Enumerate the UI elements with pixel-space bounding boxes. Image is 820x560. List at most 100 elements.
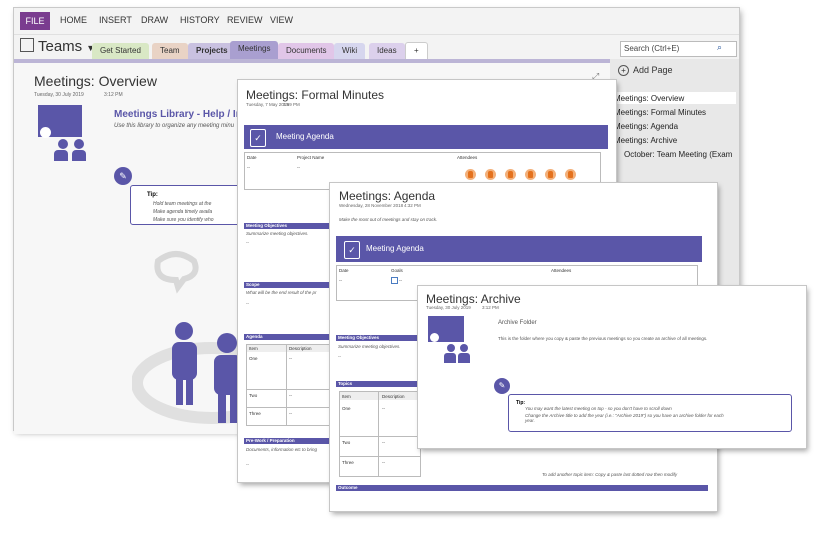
col-header: Description (289, 346, 312, 351)
cell-value[interactable]: -- (247, 165, 250, 170)
section-value[interactable]: -- (246, 301, 249, 306)
attendee-icon (465, 169, 476, 180)
section-tab-bar: Teams ▼ Get Started Team Projects Meeting… (14, 35, 739, 60)
cell-value[interactable]: -- (382, 460, 385, 465)
col-header: Goals (391, 268, 403, 273)
cell-value[interactable]: -- (382, 440, 385, 445)
cell-value[interactable]: -- (382, 406, 385, 411)
page-title: Meetings: Archive (426, 292, 521, 306)
cell-value[interactable]: -- (339, 278, 342, 283)
notebook-icon (20, 38, 34, 52)
pin-icon: ✎ (494, 378, 510, 394)
col-header: Date (247, 155, 257, 160)
notebook-selector[interactable]: Teams ▼ (20, 38, 95, 55)
tip-item: Change the Archive title to add the year… (525, 413, 724, 423)
section-hint: Documents, information etc to bring (246, 447, 318, 452)
archive-page[interactable]: Meetings: Archive Tuesday, 30 July 2019 … (418, 286, 806, 448)
row-label: Two (342, 440, 351, 445)
ribbon-tab-view[interactable]: VIEW (270, 15, 293, 25)
page-date: Tuesday, 30 July 2019 (34, 92, 84, 98)
page-time: 4:32 PM (404, 203, 421, 208)
tip-box: Tip: Hold team meetings at the Make agen… (130, 185, 242, 225)
banner-label: Meeting Agenda (276, 132, 334, 141)
row-label: One (342, 406, 351, 411)
pin-icon: ✎ (114, 167, 132, 185)
section-value[interactable]: -- (246, 240, 249, 245)
page-item-archive[interactable]: Meetings: Archive (614, 136, 677, 145)
page-time: 3:12 PM (482, 305, 499, 310)
add-icon: + (618, 65, 629, 76)
tab-meetings[interactable]: Meetings (230, 41, 279, 59)
attendee-icon (565, 169, 576, 180)
file-tab[interactable]: FILE (20, 12, 50, 30)
ribbon-tab-review[interactable]: REVIEW (227, 15, 263, 25)
col-header: Item (342, 394, 351, 399)
page-item-overview[interactable]: Meetings: Overview (614, 94, 684, 103)
section-value[interactable]: -- (338, 354, 341, 359)
page-title: Meetings: Agenda (339, 189, 436, 203)
col-header: Description (382, 394, 405, 399)
tab-projects[interactable]: Projects (188, 43, 236, 59)
page-time: 3:12 PM (104, 92, 123, 98)
ribbon-tab-home[interactable]: HOME (60, 15, 87, 25)
section-header: Scope (244, 282, 336, 288)
add-section-button[interactable]: + (405, 42, 428, 60)
notebook-name: Teams (38, 38, 83, 55)
ribbon-tab-history[interactable]: HISTORY (180, 15, 220, 25)
attendee-icon (485, 169, 496, 180)
cell-value[interactable]: -- (289, 356, 292, 361)
section-header: Meeting Objectives (336, 335, 418, 341)
page-item-formal-minutes[interactable]: Meetings: Formal Minutes (614, 108, 706, 117)
agenda-banner: ✓ Meeting Agenda (244, 125, 608, 149)
row-label: Two (249, 393, 258, 398)
agenda-table: Item Description One -- Two -- Three -- (246, 344, 332, 426)
banner-label: Meeting Agenda (366, 244, 424, 253)
cell-value[interactable]: -- (289, 393, 292, 398)
section-hint: Summarize meeting objectives. (246, 231, 309, 236)
cell-value[interactable]: -- (297, 165, 300, 170)
tip-item: Make sure you identify who (153, 217, 214, 223)
page-title: Meetings: Formal Minutes (246, 88, 385, 102)
page-date: Tuesday, 30 July 2019 (426, 305, 471, 310)
page-item-agenda[interactable]: Meetings: Agenda (614, 122, 678, 131)
page-date: Wednesday, 28 November 2018 (339, 203, 404, 208)
add-page-label: Add Page (633, 65, 673, 75)
checkbox[interactable] (391, 277, 398, 284)
attendee-icon (525, 169, 536, 180)
section-header: Topics (336, 381, 418, 387)
agenda-banner: ✓ Meeting Agenda (336, 236, 702, 262)
tab-ideas[interactable]: Ideas (369, 43, 405, 59)
add-page-button[interactable]: + Add Page (618, 65, 673, 76)
topics-table: Item Description One -- Two -- Three -- (339, 391, 421, 477)
tab-wiki[interactable]: Wiki (334, 43, 366, 59)
col-header: Project Name (297, 155, 325, 160)
row-label: One (249, 356, 258, 361)
tip-box: Tip: You may want the latest meeting on … (508, 394, 792, 432)
page-title: Meetings: Overview (34, 73, 157, 89)
attendee-icon (505, 169, 516, 180)
tab-get-started[interactable]: Get Started (92, 43, 149, 59)
tip-item: Make agenda timely availa (153, 209, 213, 215)
meeting-presenter-icon (34, 105, 92, 161)
tab-team[interactable]: Team (152, 43, 188, 59)
ribbon-tab-draw[interactable]: DRAW (141, 15, 168, 25)
section-header: Meeting Objectives (244, 223, 336, 229)
col-header: Date (339, 268, 349, 273)
col-header: Attendees (551, 268, 572, 273)
tab-documents[interactable]: Documents (278, 43, 335, 59)
row-label: Three (249, 411, 261, 416)
topics-footnote: To add another topic item: Copy & paste … (542, 472, 678, 477)
checklist-icon: ✓ (250, 129, 266, 147)
page-item-october-meeting[interactable]: October: Team Meeting (Exam (624, 150, 732, 159)
people-illustration (132, 251, 252, 424)
page-time: 3:59 PM (283, 102, 300, 107)
search-icon[interactable]: ⌕ (717, 42, 722, 53)
cell-value[interactable]: -- (399, 278, 402, 283)
cell-value[interactable]: -- (289, 411, 292, 416)
meeting-presenter-icon (428, 316, 476, 366)
library-subtitle: Use this library to organize any meeting… (114, 123, 235, 129)
section-value[interactable]: -- (246, 462, 249, 467)
attendee-icon (545, 169, 556, 180)
tip-label: Tip: (147, 192, 158, 198)
ribbon-tab-insert[interactable]: INSERT (99, 15, 132, 25)
